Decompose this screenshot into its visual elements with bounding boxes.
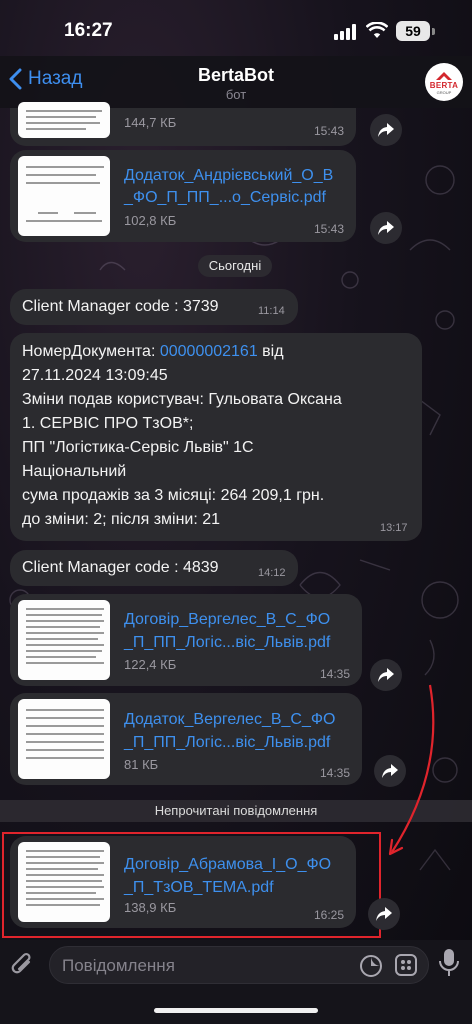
berta-logo-icon — [436, 71, 452, 80]
share-icon — [376, 907, 392, 921]
text-message-doc-notice: НомерДокумента: 00000002161 від 27.11.20… — [10, 333, 422, 541]
file-thumbnail — [18, 600, 110, 680]
chat-header: Назад BertaBot бот BERTA GROUP — [0, 56, 472, 108]
avatar-text: BERTA — [429, 80, 459, 90]
message-placeholder: Повідомлення — [62, 956, 175, 975]
message-line5: ПП "Логістика-Сервіс Львів" 1С — [22, 439, 254, 456]
file-name-line2[interactable]: _ФО_П_ПП_...о_Сервіс.pdf — [124, 186, 326, 210]
composer-bar: Повідомлення — [0, 940, 472, 1024]
share-icon — [378, 221, 394, 235]
file-name-line2[interactable]: _П_ПП_Логіс...віс_Львів.pdf — [124, 631, 330, 655]
share-button[interactable] — [370, 114, 402, 146]
chat-subtitle: бот — [225, 87, 247, 102]
message-time: 11:14 — [258, 305, 285, 317]
keyboard-icon[interactable] — [394, 953, 418, 977]
doc-number-prefix: НомерДокумента: — [22, 343, 160, 360]
file-name-line1[interactable]: Договір_Вергелес_В_С_ФО — [124, 608, 330, 632]
status-time: 16:27 — [64, 20, 113, 41]
share-icon — [378, 123, 394, 137]
share-button[interactable] — [368, 898, 400, 930]
doc-number-suffix: від — [257, 343, 284, 360]
message-text: Client Manager code : 3739 — [22, 298, 219, 315]
chat-title[interactable]: BertaBot — [0, 65, 472, 86]
cellular-signal-icon — [334, 24, 356, 40]
file-name-line2[interactable]: _П_ПП_Логіс...віс_Львів.pdf — [124, 731, 330, 755]
annotation-arrow — [388, 684, 435, 856]
text-message-code2: Client Manager code : 4839 14:12 — [10, 550, 298, 586]
message-line4: 1. СЕРВІС ПРО ТзОВ*; — [22, 415, 194, 432]
file-message-dodatok-vergeles[interactable]: Додаток_Вергелес_В_С_ФО _П_ПП_Логіс...ві… — [10, 693, 362, 785]
file-thumbnail — [18, 699, 110, 779]
message-line1: НомерДокумента: 00000002161 від — [22, 339, 284, 364]
doc-number-link[interactable]: 00000002161 — [160, 343, 258, 360]
file-message-dogovir-vergeles[interactable]: Договір_Вергелес_В_С_ФО _П_ПП_Логіс...ві… — [10, 594, 362, 686]
sticker-icon[interactable] — [359, 954, 383, 978]
avatar-subtext: GROUP — [436, 89, 452, 95]
file-size: 81 КБ — [124, 757, 159, 772]
attach-icon[interactable] — [10, 950, 36, 980]
file-message-andriivskyi[interactable]: Додаток_Андрієвський_О_В _ФО_П_ПП_...о_С… — [10, 150, 356, 242]
file-thumbnail — [18, 102, 110, 138]
file-message-top[interactable]: 144,7 КБ 15:43 — [10, 102, 356, 146]
text-message-code1: Client Manager code : 3739 11:14 — [10, 289, 298, 325]
mic-icon[interactable] — [438, 948, 460, 978]
home-indicator — [154, 1008, 318, 1013]
message-line8: до зміни: 2; після зміни: 21 — [22, 511, 221, 528]
message-time: 14:35 — [319, 766, 350, 780]
file-thumbnail — [18, 156, 110, 236]
bot-avatar[interactable]: BERTA GROUP — [425, 63, 463, 101]
message-time: 13:17 — [380, 522, 408, 534]
file-name-line1[interactable]: Додаток_Вергелес_В_С_ФО — [124, 708, 335, 732]
message-time: 15:43 — [313, 222, 344, 236]
message-input[interactable]: Повідомлення — [49, 946, 429, 984]
message-time: 15:43 — [313, 124, 344, 138]
message-line3: Зміни подав користувач: Гульовата Оксана — [22, 391, 342, 408]
message-line6: Національний — [22, 463, 127, 480]
battery-indicator: 59 — [396, 21, 430, 41]
message-line7: сума продажів за 3 місяці: 264 209,1 грн… — [22, 487, 325, 504]
message-time: 14:12 — [258, 567, 286, 579]
file-size: 144,7 КБ — [124, 115, 177, 130]
date-separator: Сьогодні — [198, 255, 272, 277]
message-line2: 27.11.2024 13:09:45 — [22, 367, 168, 384]
battery-nub — [432, 28, 435, 35]
file-name-line1[interactable]: Додаток_Андрієвський_О_В — [124, 164, 333, 188]
message-text: Client Manager code : 4839 — [22, 559, 219, 576]
message-time: 14:35 — [319, 667, 350, 681]
share-button[interactable] — [370, 212, 402, 244]
highlight-box — [2, 832, 381, 938]
wifi-icon — [366, 22, 388, 38]
status-bar: 16:27 59 — [0, 0, 472, 56]
file-size: 122,4 КБ — [124, 657, 177, 672]
file-size: 102,8 КБ — [124, 213, 177, 228]
